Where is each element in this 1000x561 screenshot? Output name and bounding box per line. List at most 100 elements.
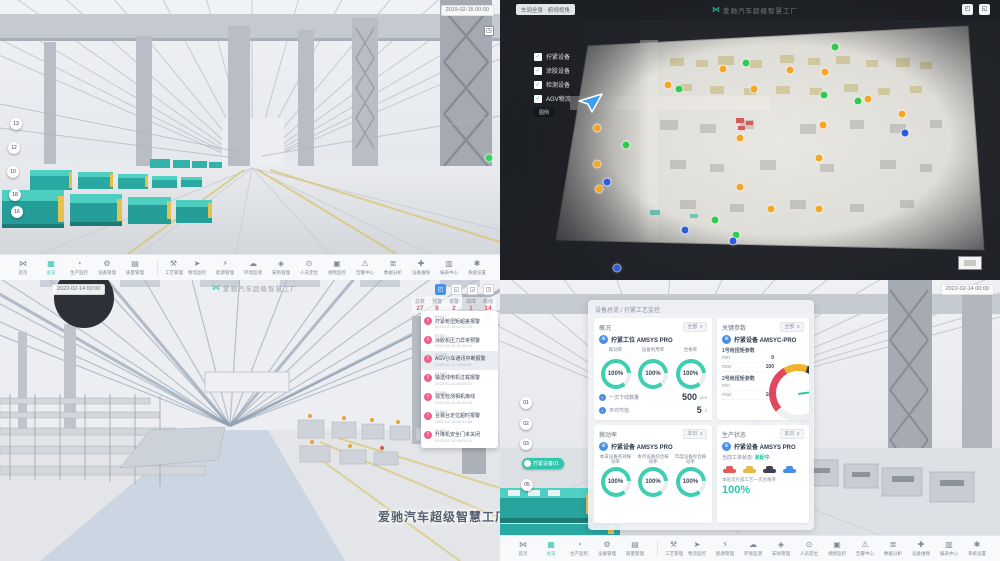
toolbar-item[interactable]: ≣ 数据分析 (381, 260, 406, 276)
poi-marker[interactable]: 12 (8, 142, 20, 154)
toolbar-item[interactable]: ⚙ 设备管理 (95, 260, 120, 276)
device-status-dot[interactable] (682, 227, 689, 234)
device-status-dot[interactable] (787, 67, 794, 74)
device-status-dot[interactable] (594, 161, 601, 168)
toolbar-item[interactable]: ◔ 生产监控 (67, 260, 92, 276)
toolbar-item[interactable]: ▥ 报表中心 (437, 260, 462, 276)
toolbar-item[interactable]: ▣ 视频监控 (325, 260, 350, 276)
window-button[interactable]: ◰ (962, 4, 973, 15)
toolbar-item[interactable]: ☁ 环境监测 (241, 260, 266, 276)
station-marker[interactable]: 02 (520, 418, 532, 430)
device-status-dot[interactable] (902, 130, 909, 137)
device-status-dot[interactable] (816, 155, 823, 162)
station-marker[interactable]: 03 (520, 438, 532, 450)
device-status-dot[interactable] (737, 135, 744, 142)
device-status-dot[interactable] (821, 92, 828, 99)
toolbar-item[interactable]: ⋈ 首页 (511, 541, 536, 557)
alarm-list-item[interactable]: ! E1021 涂胶机压力异常预警 2022-02-14 10:18:42 (421, 332, 498, 351)
toolbar-item[interactable]: ⊙ 人员定位 (297, 260, 322, 276)
device-status-dot[interactable] (720, 66, 727, 73)
toolbar-item[interactable]: ◔ 生产监控 (567, 541, 592, 557)
poi-marker[interactable]: 18 (9, 189, 21, 201)
toolbar-item[interactable]: ⋈ 首页 (11, 260, 36, 276)
minimap[interactable] (958, 256, 982, 270)
device-status-dot[interactable] (816, 206, 823, 213)
alarm-time: 2022-02-14 09:31:55 (435, 420, 480, 425)
toolbar-item[interactable]: ⚠ 告警中心 (853, 541, 878, 557)
view-filter-button[interactable]: ◲ (467, 284, 478, 295)
view-mode-pill[interactable]: 车间全景 · 俯视视角 (516, 4, 575, 15)
status-dot[interactable] (486, 155, 493, 162)
alarm-list-item[interactable]: ! E1042 输送线电机过载报警 2022-02-14 09:58:21 (421, 370, 498, 389)
toolbar-item[interactable]: ▤ 质量管理 (123, 260, 148, 276)
device-status-dot[interactable] (676, 86, 683, 93)
scope-select[interactable]: 本日 ∨ (780, 429, 804, 439)
device-status-dot[interactable] (768, 206, 775, 213)
poi-marker[interactable]: 16 (11, 206, 23, 218)
device-status-dot[interactable] (743, 60, 750, 67)
layer-checkbox-row[interactable]: ✓ AGV物流 (534, 94, 571, 103)
toolbar-item[interactable]: ✚ 设备维保 (909, 541, 934, 557)
toolbar-item[interactable]: ☁ 环境监测 (741, 541, 766, 557)
device-status-dot[interactable] (820, 122, 827, 129)
toolbar-item[interactable]: ⚡ 能源管理 (213, 260, 238, 276)
selected-device-pill[interactable]: 拧紧设备01 (522, 458, 564, 469)
toolbar-item[interactable]: ✚ 设备维保 (409, 260, 434, 276)
toolbar-item[interactable]: ▤ 质量管理 (623, 541, 648, 557)
toolbar-item[interactable]: ✱ 系统设置 (965, 541, 990, 557)
device-status-dot[interactable] (855, 98, 862, 105)
device-status-dot[interactable] (865, 96, 872, 103)
device-status-dot[interactable] (899, 111, 906, 118)
device-status-dot[interactable] (712, 217, 719, 224)
toolbar-item[interactable]: ⚙ 设备管理 (595, 541, 620, 557)
layer-checkbox-row[interactable]: ✓ 涂胶设备 (534, 66, 571, 75)
alarm-list-item[interactable]: ! E1055 视觉检测相机离线 2022-02-14 09:46:03 (421, 389, 498, 408)
toolbar-item-icon: ✚ (418, 260, 425, 268)
station-marker[interactable]: 01 (520, 397, 532, 409)
toolbar-item[interactable]: ◈ 安防管理 (269, 260, 294, 276)
device-status-dot[interactable] (665, 82, 672, 89)
alarm-list-item[interactable]: ! E1038 AGV小车通讯中断报警 2022-02-14 10:05:37 (421, 351, 498, 370)
scope-select[interactable]: 本日 ∨ (683, 429, 707, 439)
device-status-dot[interactable] (604, 179, 611, 186)
toolbar-item[interactable]: ➤ 物流监控 (185, 260, 210, 276)
layer-checkbox-row[interactable]: ✓ 检测设备 (534, 80, 571, 89)
window-button[interactable]: ◱ (979, 4, 990, 15)
toolbar-item[interactable]: ◈ 安防管理 (769, 541, 794, 557)
device-status-dot[interactable] (594, 125, 601, 132)
toolbar-item[interactable]: ⚠ 告警中心 (353, 260, 378, 276)
toolbar-item[interactable]: ✱ 系统设置 (465, 260, 490, 276)
view-filter-button[interactable]: ◰ (435, 284, 446, 295)
toolbar-item[interactable]: ≣ 数据分析 (881, 541, 906, 557)
alarm-list-item[interactable]: ! E1070 升降机安全门未关闭 2022-02-14 09:20:10 (421, 427, 498, 446)
expand-button[interactable]: ◳ (484, 26, 494, 36)
toolbar-item[interactable]: ⚒ 工艺管理 (657, 541, 682, 557)
station-marker[interactable]: 05 (521, 479, 533, 491)
poi-marker[interactable]: 13 (10, 118, 22, 130)
device-status-dot[interactable] (832, 44, 839, 51)
alarm-list-item[interactable]: ! E1017 拧紧枪扭矩超差报警 2022-02-14 10:23:15 (421, 313, 498, 332)
device-status-dot[interactable] (614, 265, 621, 272)
poi-marker[interactable]: 10 (7, 166, 19, 178)
view-filter-button[interactable]: ◳ (483, 284, 494, 295)
toolbar-item[interactable]: ➤ 物流监控 (685, 541, 710, 557)
device-status-dot[interactable] (596, 186, 603, 193)
toolbar-item[interactable]: ⚡ 能源管理 (713, 541, 738, 557)
device-status-dot[interactable] (737, 184, 744, 191)
device-status-dot[interactable] (751, 86, 758, 93)
layer-checkbox-row[interactable]: ✓ 拧紧设备 (534, 52, 571, 61)
toolbar-item[interactable]: ▦ 总览 (539, 541, 564, 557)
legend-pill[interactable]: 图例 (534, 108, 554, 117)
toolbar-item[interactable]: ▦ 总览 (39, 260, 64, 276)
view-filter-button[interactable]: ◱ (451, 284, 462, 295)
toolbar-item[interactable]: ▥ 报表中心 (937, 541, 962, 557)
device-status-dot[interactable] (822, 69, 829, 76)
alarm-list-item[interactable]: ! E1063 合装台定位超时报警 2022-02-14 09:31:55 (421, 408, 498, 427)
device-status-dot[interactable] (623, 142, 630, 149)
scope-select[interactable]: 全部 ∨ (683, 322, 707, 332)
device-status-dot[interactable] (730, 238, 737, 245)
toolbar-item[interactable]: ⚒ 工艺管理 (157, 260, 182, 276)
toolbar-item[interactable]: ⊙ 人员定位 (797, 541, 822, 557)
scope-select[interactable]: 全部 ∨ (780, 322, 804, 332)
toolbar-item[interactable]: ▣ 视频监控 (825, 541, 850, 557)
